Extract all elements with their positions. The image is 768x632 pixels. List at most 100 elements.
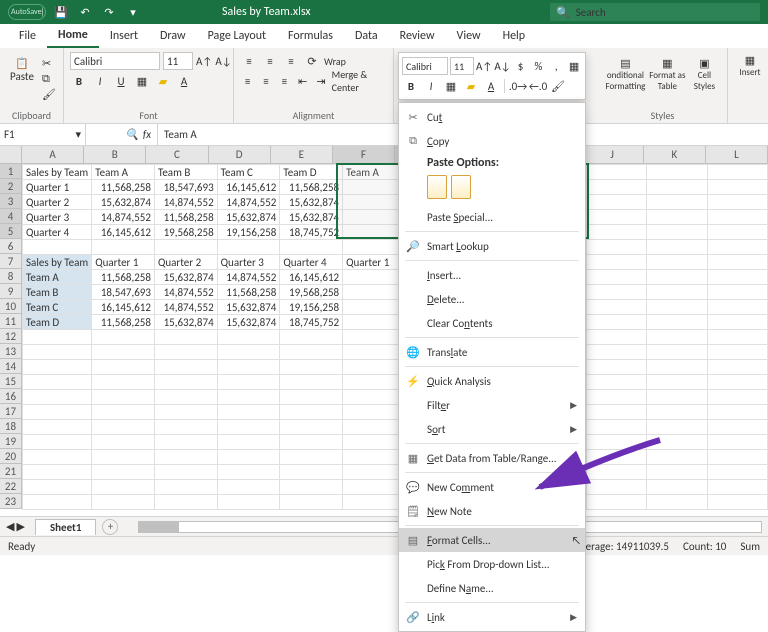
tab-data[interactable]: Data [344, 24, 389, 48]
copy-icon[interactable]: ⧉ [42, 72, 56, 86]
cell[interactable] [280, 450, 343, 465]
format-painter-icon[interactable]: 🖌 [42, 88, 56, 101]
row-header-12[interactable]: 12 [0, 329, 22, 344]
cell[interactable]: 15,632,874 [154, 315, 217, 330]
cell[interactable] [154, 450, 217, 465]
cell[interactable]: 16,145,612 [92, 300, 155, 315]
cell[interactable] [217, 240, 280, 255]
cell[interactable] [586, 180, 646, 195]
cell[interactable] [586, 165, 646, 180]
cell[interactable] [217, 435, 280, 450]
cell[interactable]: Team A [92, 165, 155, 180]
row-header-18[interactable]: 18 [0, 419, 22, 434]
cell[interactable] [707, 360, 767, 375]
cell[interactable] [707, 195, 767, 210]
cell[interactable]: 19,568,258 [154, 225, 217, 240]
cell[interactable]: 11,568,258 [154, 210, 217, 225]
tab-review[interactable]: Review [389, 24, 446, 48]
cell[interactable]: 14,874,552 [217, 270, 280, 285]
cell[interactable] [707, 240, 767, 255]
cell[interactable]: 18,547,693 [154, 180, 217, 195]
row-header-9[interactable]: 9 [0, 284, 22, 299]
cell[interactable] [280, 480, 343, 495]
cell[interactable] [92, 420, 155, 435]
cell[interactable] [343, 495, 405, 510]
cell[interactable]: 11,568,258 [92, 315, 155, 330]
cell[interactable] [154, 495, 217, 510]
cell[interactable] [280, 375, 343, 390]
col-header-D[interactable]: D [209, 146, 271, 164]
merge-center-button[interactable]: Merge & Center [332, 72, 387, 90]
cell[interactable] [647, 210, 707, 225]
font-color-icon[interactable]: A [175, 72, 193, 90]
cell[interactable] [154, 375, 217, 390]
mini-decrease-font-icon[interactable]: A↓ [494, 57, 510, 75]
cell[interactable] [707, 285, 767, 300]
cell[interactable] [154, 480, 217, 495]
cell[interactable] [92, 495, 155, 510]
cell[interactable] [343, 375, 405, 390]
name-box[interactable]: F1▾ [0, 124, 86, 145]
cell[interactable] [343, 195, 405, 210]
cell[interactable] [586, 195, 646, 210]
mini-dec-decimal-icon[interactable]: .0→ [509, 77, 527, 95]
cell[interactable] [23, 405, 92, 420]
cell[interactable] [23, 390, 92, 405]
cell[interactable] [343, 435, 405, 450]
cell[interactable] [707, 450, 767, 465]
cm-quick-analysis[interactable]: ⚡Quick Analysis [399, 369, 585, 393]
cell[interactable] [707, 480, 767, 495]
cell[interactable] [586, 405, 646, 420]
cell[interactable] [707, 435, 767, 450]
cell[interactable] [586, 225, 646, 240]
mini-border-icon[interactable]: ▦ [442, 77, 460, 95]
cell[interactable] [586, 315, 646, 330]
cell[interactable]: Team B [23, 285, 92, 300]
cell[interactable] [23, 240, 92, 255]
cell[interactable] [707, 420, 767, 435]
cell[interactable] [647, 405, 707, 420]
cell[interactable] [92, 345, 155, 360]
cell[interactable]: Quarter 2 [154, 255, 217, 270]
undo-icon[interactable]: ↶ [76, 3, 94, 21]
font-name-combo[interactable] [70, 52, 160, 70]
cell[interactable]: 19,156,258 [217, 225, 280, 240]
cell[interactable] [343, 285, 405, 300]
cell[interactable] [343, 315, 405, 330]
cell[interactable] [343, 330, 405, 345]
cell[interactable] [343, 480, 405, 495]
cell[interactable] [647, 195, 707, 210]
cell[interactable] [343, 465, 405, 480]
cm-define-name[interactable]: Define Name... [399, 576, 585, 600]
cell[interactable]: 16,145,612 [217, 180, 280, 195]
row-header-22[interactable]: 22 [0, 479, 22, 494]
cell[interactable] [707, 390, 767, 405]
cell[interactable] [280, 435, 343, 450]
cell[interactable] [647, 420, 707, 435]
cell[interactable] [154, 435, 217, 450]
cell[interactable]: 14,874,552 [154, 300, 217, 315]
cell[interactable]: Sales by Team [23, 255, 92, 270]
cell[interactable] [343, 450, 405, 465]
cell[interactable] [154, 465, 217, 480]
insert-cells-button[interactable]: ▦Insert [734, 50, 766, 102]
cell[interactable]: 18,745,752 [280, 225, 343, 240]
cm-copy[interactable]: ⧉Copy [399, 129, 585, 153]
row-header-7[interactable]: 7 [0, 254, 22, 269]
cell[interactable]: Quarter 4 [280, 255, 343, 270]
paste-icon-values[interactable] [451, 175, 471, 199]
cell[interactable] [92, 390, 155, 405]
cell[interactable] [586, 345, 646, 360]
cell[interactable] [647, 390, 707, 405]
cell[interactable] [647, 285, 707, 300]
mini-increase-font-icon[interactable]: A↑ [476, 57, 492, 75]
qat-dropdown-icon[interactable]: ▾ [124, 3, 142, 21]
align-middle-icon[interactable]: ≡ [261, 52, 279, 70]
cell[interactable] [586, 285, 646, 300]
cell[interactable] [707, 375, 767, 390]
mini-italic-button[interactable]: I [422, 77, 440, 95]
cell[interactable] [586, 360, 646, 375]
cell[interactable] [647, 300, 707, 315]
col-header-J[interactable]: J [582, 146, 644, 164]
align-center-icon[interactable]: ≡ [258, 72, 273, 90]
